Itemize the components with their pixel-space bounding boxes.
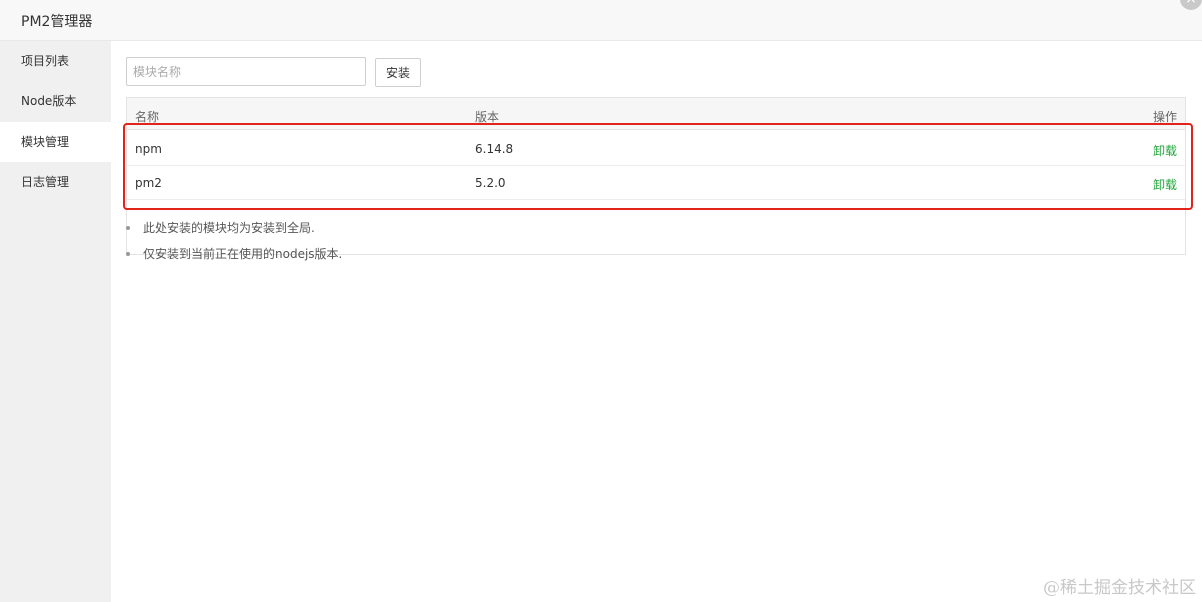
install-button[interactable]: 安装 (375, 58, 421, 87)
note-item: 仅安装到当前正在使用的nodejs版本. (126, 241, 342, 267)
note-item: 此处安装的模块均为安装到全局. (126, 215, 342, 241)
main-panel: 安装 名称 版本 操作 npm 6.14.8 卸载 pm2 5.2.0 卸载 此… (111, 41, 1202, 602)
bullet-icon (126, 252, 130, 256)
sidebar-item-projects[interactable]: 项目列表 (0, 41, 111, 81)
title-bar: PM2管理器 (0, 0, 1202, 41)
sidebar-item-node-version[interactable]: Node版本 (0, 81, 111, 121)
sidebar-item-logs[interactable]: 日志管理 (0, 162, 111, 202)
module-name-input[interactable] (126, 57, 366, 86)
window-title: PM2管理器 (21, 14, 93, 30)
sidebar: 项目列表 Node版本 模块管理 日志管理 (0, 41, 111, 602)
pm2-manager-dialog: PM2管理器 × 项目列表 Node版本 模块管理 日志管理 安装 名称 版本 … (0, 0, 1202, 602)
bullet-icon (126, 226, 130, 230)
notes-list: 此处安装的模块均为安装到全局. 仅安装到当前正在使用的nodejs版本. (126, 215, 342, 267)
watermark: @稀土掘金技术社区 (1043, 578, 1196, 598)
note-text: 仅安装到当前正在使用的nodejs版本. (143, 247, 343, 261)
note-text: 此处安装的模块均为安装到全局. (143, 221, 315, 235)
highlight-annotation (123, 123, 1193, 210)
sidebar-item-modules[interactable]: 模块管理 (0, 122, 111, 162)
